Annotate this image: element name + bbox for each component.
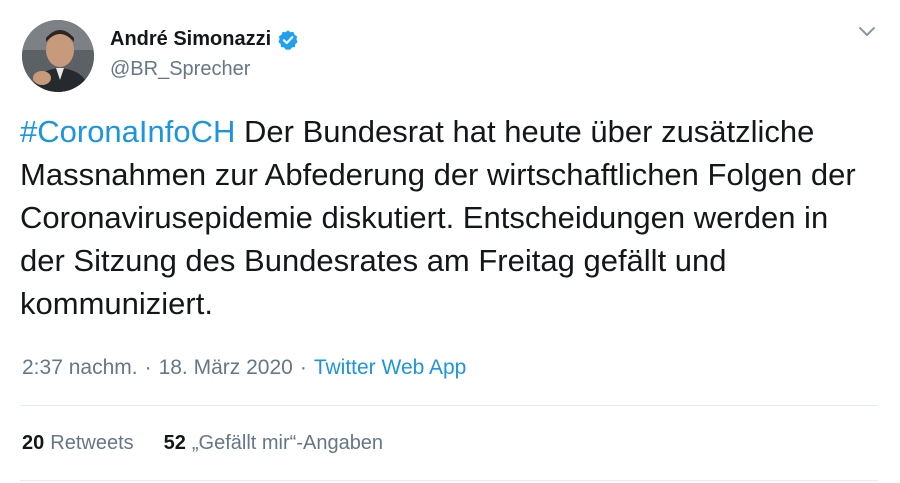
- author-name-row: André Simonazzi: [110, 28, 299, 51]
- tweet-card: André Simonazzi @BR_Sprecher #CoronaInfo…: [0, 0, 900, 483]
- source-link[interactable]: Twitter Web App: [314, 356, 467, 380]
- verified-badge-icon: [277, 29, 299, 51]
- tweet-stats: 20 Retweets 52 „Gefällt mir“-Angaben: [22, 432, 383, 455]
- likes-count: 52: [163, 432, 186, 454]
- likes-stat[interactable]: 52 „Gefällt mir“-Angaben: [164, 432, 383, 455]
- retweets-label: Retweets: [50, 432, 134, 454]
- retweets-count: 20: [22, 432, 45, 454]
- retweets-stat[interactable]: 20 Retweets: [22, 432, 134, 455]
- tweet-date[interactable]: 18. März 2020: [159, 356, 293, 380]
- tweet-header: André Simonazzi @BR_Sprecher: [20, 18, 880, 92]
- tweet-time[interactable]: 2:37 nachm.: [22, 356, 138, 380]
- divider: [20, 480, 878, 481]
- divider: [20, 405, 878, 406]
- meta-separator: ·: [144, 356, 152, 379]
- author-handle[interactable]: @BR_Sprecher: [110, 58, 250, 81]
- display-name[interactable]: André Simonazzi: [110, 28, 271, 51]
- avatar[interactable]: [22, 20, 94, 92]
- hashtag-link[interactable]: #CoronaInfoCH: [20, 114, 235, 149]
- meta-separator: ·: [299, 356, 307, 379]
- tweet-text: #CoronaInfoCH Der Bundesrat hat heute üb…: [20, 110, 880, 325]
- chevron-down-icon[interactable]: [856, 20, 878, 42]
- tweet-meta: 2:37 nachm. · 18. März 2020 · Twitter We…: [22, 356, 466, 380]
- likes-label: „Gefällt mir“-Angaben: [191, 432, 384, 454]
